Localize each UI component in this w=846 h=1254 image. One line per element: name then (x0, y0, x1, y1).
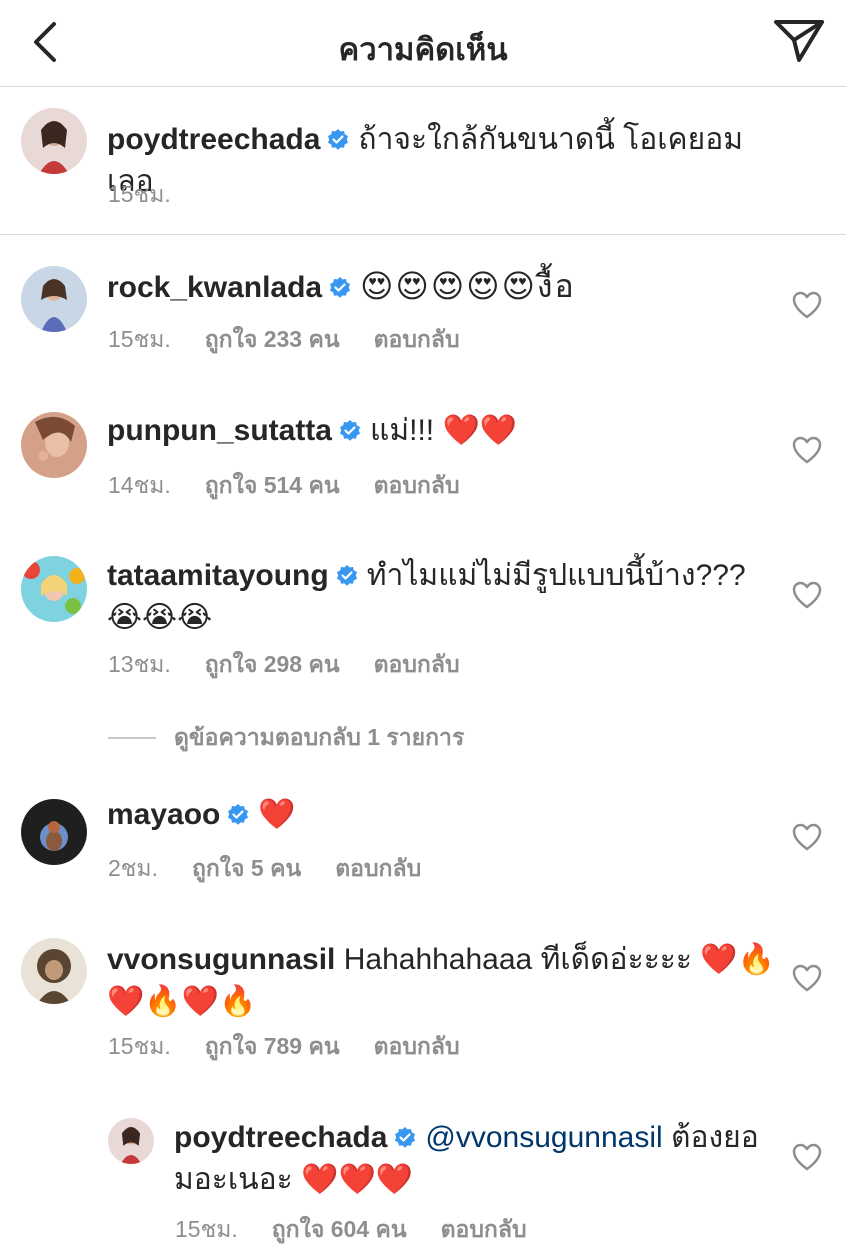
likes-count-link[interactable]: ถูกใจ 5 คน (192, 851, 301, 887)
verified-badge-icon (328, 129, 349, 150)
view-replies-divider (108, 737, 156, 739)
verified-badge-icon (395, 1127, 416, 1148)
view-replies-button[interactable]: ดูข้อความตอบกลับ 1 รายการ (108, 720, 464, 756)
comment-text: ❤️ (258, 798, 296, 831)
comment-time: 14ชม. (108, 472, 171, 498)
comment-username[interactable]: poydtreechada (107, 123, 320, 156)
reply-button[interactable]: ตอบกลับ (335, 851, 421, 887)
comment-time: 15ชม. (108, 1033, 171, 1059)
heart-icon[interactable] (792, 823, 822, 851)
likes-count-link[interactable]: ถูกใจ 298 คน (205, 647, 340, 683)
verified-badge-icon (336, 565, 357, 586)
comment-username[interactable]: punpun_sutatta (107, 414, 332, 447)
profile-photo-punpun-sutatta (21, 412, 87, 478)
profile-photo-mayaoo (21, 799, 87, 865)
comment-username[interactable]: vvonsugunnasil (107, 943, 335, 976)
comment-username[interactable]: tataamitayoung (107, 559, 329, 592)
view-replies-label: ดูข้อความตอบกลับ 1 รายการ (174, 724, 465, 750)
avatar[interactable] (21, 556, 87, 622)
profile-photo-poydtreechada (108, 1118, 154, 1164)
profile-photo-vvonsugunnasil (21, 938, 87, 1004)
comment-time: 15ชม. (108, 326, 171, 352)
page-title: ความคิดเห็น (338, 32, 508, 67)
heart-icon[interactable] (792, 964, 822, 992)
comment-time: 15ชม. (175, 1216, 238, 1242)
comment-text: แม่!!! ❤️❤️ (370, 414, 518, 447)
profile-photo-tataamitayoung (21, 556, 87, 622)
reply-button[interactable]: ตอบกลับ (374, 647, 460, 683)
likes-count-link[interactable]: ถูกใจ 604 คน (272, 1212, 407, 1248)
heart-icon[interactable] (792, 581, 822, 609)
verified-badge-icon (340, 420, 360, 441)
reply-button[interactable]: ตอบกลับ (374, 322, 460, 358)
mention-link[interactable]: @vvonsugunnasil (425, 1121, 662, 1154)
avatar[interactable] (108, 1118, 154, 1164)
share-button[interactable] (772, 18, 826, 64)
likes-count-link[interactable]: ถูกใจ 514 คน (205, 468, 340, 504)
heart-icon[interactable] (792, 291, 822, 319)
comment-time: 15ชม. (108, 181, 171, 207)
reply-button[interactable]: ตอบกลับ (441, 1212, 527, 1248)
verified-badge-icon (228, 804, 249, 825)
comment-time: 2ชม. (108, 855, 158, 881)
heart-icon[interactable] (792, 1143, 822, 1171)
profile-photo-rock-kwanlada (21, 266, 87, 332)
likes-count-link[interactable]: ถูกใจ 233 คน (205, 322, 340, 358)
comment-username[interactable]: mayaoo (107, 798, 220, 831)
avatar[interactable] (21, 938, 87, 1004)
likes-count-link[interactable]: ถูกใจ 789 คน (205, 1029, 340, 1065)
avatar[interactable] (21, 108, 87, 174)
reply-button[interactable]: ตอบกลับ (374, 468, 460, 504)
paper-plane-icon (774, 20, 824, 62)
avatar[interactable] (21, 412, 87, 478)
comment-username[interactable]: rock_kwanlada (107, 271, 322, 304)
verified-badge-icon (330, 277, 351, 298)
profile-photo-poydtreechada (21, 108, 87, 174)
reply-button[interactable]: ตอบกลับ (374, 1029, 460, 1065)
post-caption: poydtreechada ถ้าจะใกล้กันขนาดนี้ โอเคยอม… (0, 86, 846, 235)
comment-username[interactable]: poydtreechada (174, 1121, 387, 1154)
avatar[interactable] (21, 799, 87, 865)
heart-icon[interactable] (792, 436, 822, 464)
comment-time: 13ชม. (108, 651, 171, 677)
avatar[interactable] (21, 266, 87, 332)
top-bar: ความคิดเห็น (0, 0, 846, 87)
comment-text: 😍😍😍😍😍งื้อ (360, 268, 576, 304)
